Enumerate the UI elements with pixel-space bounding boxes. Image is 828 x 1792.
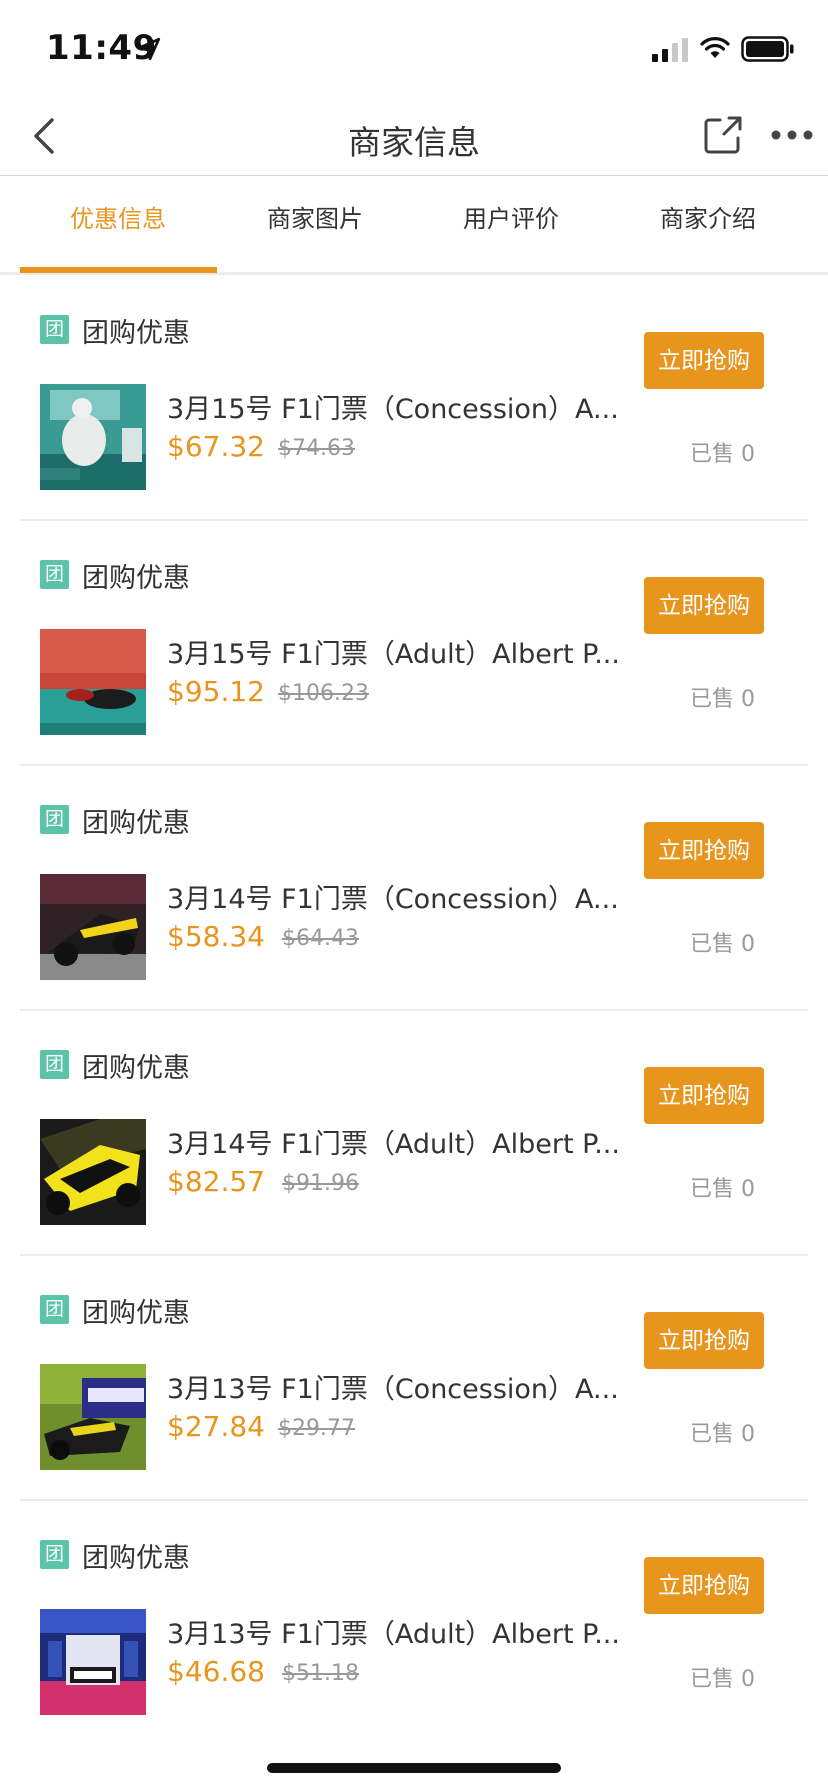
original-price: $74.63 [278,436,355,461]
deal-item[interactable]: 团 团购优惠 3月14号 F1门票（Adult）Albert P... $82.… [20,1011,808,1256]
deal-title[interactable]: 3月15号 F1门票（Concession）A... [167,387,631,426]
deal-title[interactable]: 3月14号 F1门票（Adult）Albert P... [167,1122,631,1161]
share-icon[interactable] [702,114,744,156]
deal-price: $58.34 [167,920,265,953]
group-buy-icon: 团 [40,1050,69,1079]
group-buy-icon: 团 [40,560,69,589]
battery-icon [741,36,794,62]
deal-price: $82.57 [167,1165,265,1198]
deal-tag: 团购优惠 [82,1053,190,1084]
status-bar: 11:49 [0,0,828,100]
deal-thumbnail[interactable] [40,874,146,980]
tab-bar: 优惠信息 商家图片 用户评价 商家介绍 [0,177,828,275]
tab-merchant-photos[interactable]: 商家图片 [217,177,413,272]
group-buy-icon: 团 [40,1540,69,1569]
sold-count: 已售 0 [690,1177,755,1202]
deal-item[interactable]: 团 团购优惠 3月14号 F1门票（Concession）A... $58.34… [20,766,808,1011]
original-price: $29.77 [278,1416,355,1441]
group-buy-icon: 团 [40,315,69,344]
deal-tag: 团购优惠 [82,1298,190,1329]
buy-now-button[interactable]: 立即抢购 [644,1557,764,1614]
deal-list: 团 团购优惠 3月15号 F1门票（Concession）A... $67.32… [0,276,828,1746]
deal-title[interactable]: 3月13号 F1门票（Adult）Albert P... [167,1612,631,1651]
deal-thumbnail[interactable] [40,1119,146,1225]
more-options-icon[interactable] [770,124,814,146]
tab-merchant-intro[interactable]: 商家介绍 [610,177,806,272]
location-arrow-icon [137,37,161,61]
sold-count: 已售 0 [690,1667,755,1692]
wifi-icon [700,37,730,58]
cellular-signal-icon [652,38,688,62]
sold-count: 已售 0 [690,932,755,957]
deal-tag: 团购优惠 [82,808,190,839]
buy-now-button[interactable]: 立即抢购 [644,1067,764,1124]
buy-now-button[interactable]: 立即抢购 [644,332,764,389]
deal-thumbnail[interactable] [40,1609,146,1715]
original-price: $64.43 [282,926,359,951]
deal-item[interactable]: 团 团购优惠 3月15号 F1门票（Adult）Albert P... $95.… [20,521,808,766]
deal-tag: 团购优惠 [82,563,190,594]
nav-bar: 商家信息 [0,100,828,176]
deal-price: $27.84 [167,1410,265,1443]
group-buy-icon: 团 [40,805,69,834]
original-price: $106.23 [278,681,369,706]
original-price: $51.18 [282,1661,359,1686]
deal-tag: 团购优惠 [82,1543,190,1574]
buy-now-button[interactable]: 立即抢购 [644,1312,764,1369]
deal-item[interactable]: 团 团购优惠 3月13号 F1门票（Adult）Albert P... $46.… [20,1501,808,1746]
deal-price: $67.32 [167,430,265,463]
original-price: $91.96 [282,1171,359,1196]
deal-item[interactable]: 团 团购优惠 3月15号 F1门票（Concession）A... $67.32… [20,276,808,521]
buy-now-button[interactable]: 立即抢购 [644,822,764,879]
deal-item[interactable]: 团 团购优惠 3月13号 F1门票（Concession）A... $27.84… [20,1256,808,1501]
buy-now-button[interactable]: 立即抢购 [644,577,764,634]
deal-tag: 团购优惠 [82,318,190,349]
deal-title[interactable]: 3月15号 F1门票（Adult）Albert P... [167,632,631,671]
deal-title[interactable]: 3月14号 F1门票（Concession）A... [167,877,631,916]
group-buy-icon: 团 [40,1295,69,1324]
deal-thumbnail[interactable] [40,629,146,735]
sold-count: 已售 0 [690,687,755,712]
deal-thumbnail[interactable] [40,384,146,490]
sold-count: 已售 0 [690,1422,755,1447]
active-tab-indicator [20,267,217,273]
deal-thumbnail[interactable] [40,1364,146,1470]
tab-offers[interactable]: 优惠信息 [20,177,216,272]
tab-user-reviews[interactable]: 用户评价 [413,177,609,272]
deal-price: $46.68 [167,1655,265,1688]
sold-count: 已售 0 [690,442,755,467]
deal-title[interactable]: 3月13号 F1门票（Concession）A... [167,1367,631,1406]
home-indicator[interactable] [267,1763,561,1773]
deal-price: $95.12 [167,675,265,708]
